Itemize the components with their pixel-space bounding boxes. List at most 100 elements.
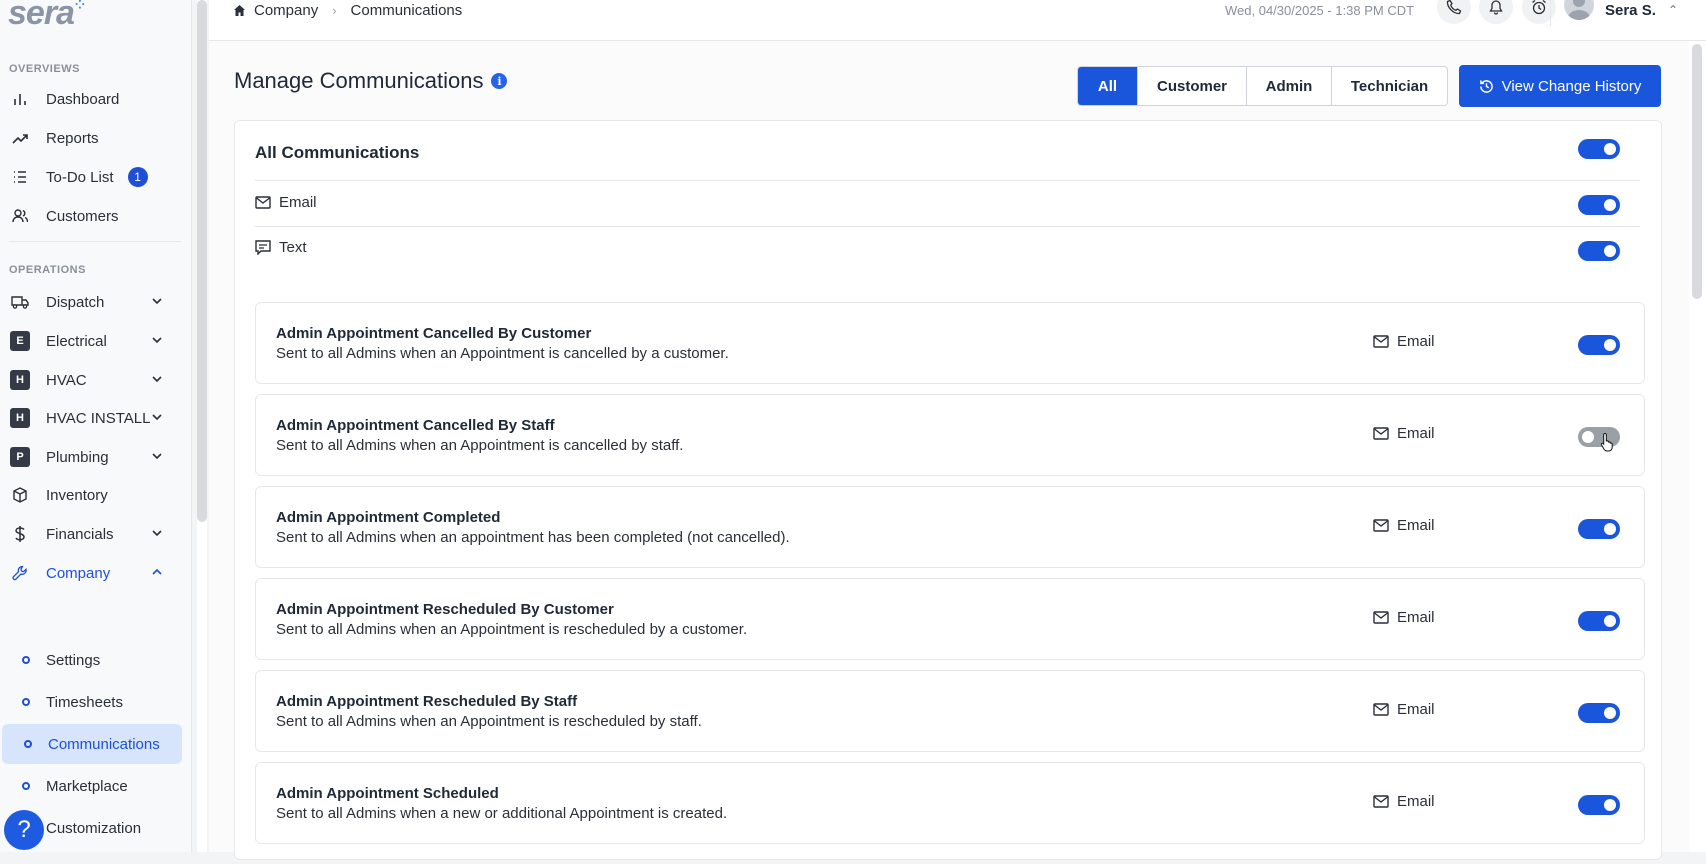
bullet-icon <box>22 698 30 706</box>
sidebar-item-financials[interactable]: Financials <box>0 514 182 554</box>
chevron-down-icon <box>152 530 162 537</box>
sidebar-item-todo[interactable]: To-Do List 1 <box>0 157 182 197</box>
phone-button[interactable] <box>1437 0 1471 24</box>
page-title: Manage Communications i <box>234 68 508 94</box>
filter-technician[interactable]: Technician <box>1331 67 1447 105</box>
avatar[interactable] <box>1564 0 1594 20</box>
channel-label: Email <box>1397 609 1435 626</box>
sera-logo[interactable]: sera ⁘ <box>8 0 85 33</box>
topbar-divider <box>1550 0 1551 26</box>
sidebar-item-dispatch[interactable]: Dispatch <box>0 282 182 322</box>
breadcrumb-separator-icon: › <box>332 3 337 18</box>
chevron-down-icon <box>152 298 162 305</box>
mail-icon <box>255 196 271 209</box>
communication-description: Sent to all Admins when an Appointment i… <box>276 437 684 454</box>
email-channel-row: Email <box>255 194 317 211</box>
communication-description: Sent to all Admins when an Appointment i… <box>276 713 702 730</box>
plumbing-letter-icon: P <box>10 447 30 467</box>
communication-channel: Email <box>1373 333 1435 350</box>
help-button[interactable]: ? <box>4 810 44 850</box>
bell-icon <box>1489 0 1503 15</box>
email-channel-label: Email <box>279 194 317 211</box>
sidebar: sera ⁘ OVERVIEWS Dashboard Reports To-Do … <box>0 0 192 852</box>
mail-icon <box>1373 703 1389 716</box>
communication-title: Admin Appointment Rescheduled By Custome… <box>276 601 614 618</box>
breadcrumb: Company › Communications <box>233 2 462 19</box>
sidebar-item-label: Financials <box>46 525 114 543</box>
trend-icon <box>10 128 30 148</box>
sidebar-sub-marketplace[interactable]: Marketplace <box>0 766 182 806</box>
notifications-button[interactable] <box>1479 0 1513 24</box>
sidebar-item-company[interactable]: Company <box>0 553 182 593</box>
communication-title: Admin Appointment Completed <box>276 509 501 526</box>
todo-count-badge: 1 <box>127 167 148 187</box>
home-icon[interactable] <box>233 4 246 17</box>
text-channel-toggle[interactable] <box>1578 241 1620 261</box>
alarm-clock-icon <box>1532 0 1546 15</box>
sidebar-item-label: Plumbing <box>46 448 109 466</box>
filter-admin[interactable]: Admin <box>1246 67 1331 105</box>
text-channel-label: Text <box>279 239 307 256</box>
sidebar-item-customers[interactable]: Customers <box>0 196 182 236</box>
dollar-icon <box>10 524 30 544</box>
communication-row: Admin Appointment Cancelled By Staff Sen… <box>255 394 1645 476</box>
list-icon <box>10 167 30 187</box>
main-scrollbar-thumb[interactable] <box>1692 44 1702 299</box>
page-title-text: Manage Communications <box>234 68 484 93</box>
filter-all[interactable]: All <box>1078 67 1137 105</box>
communication-toggle[interactable] <box>1578 335 1620 355</box>
filter-customer[interactable]: Customer <box>1137 67 1246 105</box>
sidebar-item-electrical[interactable]: E Electrical <box>0 321 182 361</box>
sub-item-label: Timesheets <box>46 693 123 711</box>
chevron-up-icon <box>152 568 162 575</box>
view-change-history-label: View Change History <box>1501 77 1642 95</box>
sidebar-item-inventory[interactable]: Inventory <box>0 475 182 515</box>
topbar: Company › Communications Wed, 04/30/2025… <box>209 0 1706 41</box>
sidebar-item-dashboard[interactable]: Dashboard <box>0 79 182 119</box>
channel-label: Email <box>1397 333 1435 350</box>
mail-icon <box>1373 335 1389 348</box>
view-change-history-button[interactable]: View Change History <box>1459 65 1661 107</box>
sidebar-item-hvac-install[interactable]: H HVAC INSTALL <box>0 398 182 438</box>
sidebar-item-plumbing[interactable]: P Plumbing <box>0 437 182 477</box>
email-channel-toggle[interactable] <box>1578 195 1620 215</box>
user-name[interactable]: Sera S. <box>1605 2 1656 19</box>
truck-icon <box>10 292 30 312</box>
sidebar-sub-settings[interactable]: Settings <box>0 640 182 680</box>
communication-toggle[interactable] <box>1578 795 1620 815</box>
hvac-letter-icon: H <box>10 370 30 390</box>
communication-description: Sent to all Admins when an Appointment i… <box>276 345 729 362</box>
sidebar-scrollbar-thumb[interactable] <box>197 0 207 522</box>
communication-toggle[interactable] <box>1578 703 1620 723</box>
sidebar-sub-communications[interactable]: Communications <box>2 724 182 764</box>
sidebar-sub-timesheets[interactable]: Timesheets <box>0 682 182 722</box>
mail-icon <box>1373 519 1389 532</box>
communication-channel: Email <box>1373 425 1435 442</box>
channel-label: Email <box>1397 425 1435 442</box>
communication-description: Sent to all Admins when an Appointment i… <box>276 621 748 638</box>
communication-toggle[interactable] <box>1578 519 1620 539</box>
breadcrumb-communications: Communications <box>350 2 463 19</box>
sidebar-item-hvac[interactable]: H HVAC <box>0 360 182 400</box>
users-icon <box>10 206 30 226</box>
bullet-icon <box>22 782 30 790</box>
text-channel-row: Text <box>255 239 307 256</box>
bullet-icon <box>24 740 32 748</box>
box-icon <box>10 485 30 505</box>
all-communications-toggle[interactable] <box>1578 139 1620 159</box>
sidebar-item-reports[interactable]: Reports <box>0 118 182 158</box>
sidebar-divider <box>9 241 181 242</box>
pointer-cursor-icon <box>1600 432 1613 452</box>
chevron-up-down-icon[interactable]: ⌃ <box>1668 3 1678 17</box>
datetime: Wed, 04/30/2025 - 1:38 PM CDT <box>1225 3 1415 18</box>
communication-channel: Email <box>1373 517 1435 534</box>
communication-toggle[interactable] <box>1578 611 1620 631</box>
audience-filter: All Customer Admin Technician <box>1077 66 1448 106</box>
communication-description: Sent to all Admins when a new or additio… <box>276 805 728 822</box>
operations-label: OPERATIONS <box>9 264 86 276</box>
communication-description: Sent to all Admins when an appointment h… <box>276 529 790 546</box>
communication-row: Admin Appointment Rescheduled By Custome… <box>255 578 1645 660</box>
info-icon[interactable]: i <box>491 73 508 89</box>
sub-item-label: Customization <box>46 819 142 837</box>
breadcrumb-company[interactable]: Company <box>254 2 318 19</box>
